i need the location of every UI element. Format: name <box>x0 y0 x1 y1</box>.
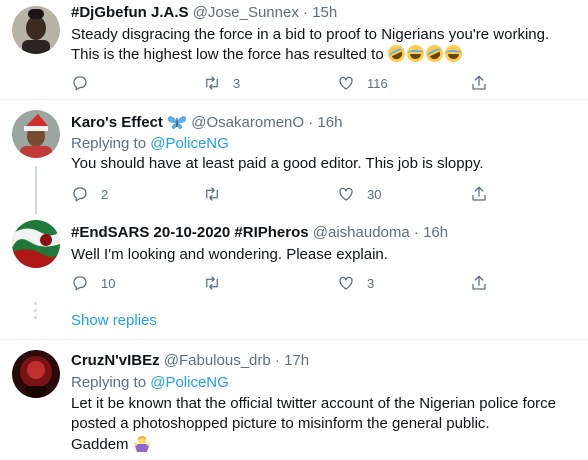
retweet-icon <box>206 187 218 201</box>
tweet-line: Well I'm looking and wondering. Please e… <box>71 246 388 263</box>
tweet-line: Gaddem <box>71 436 129 453</box>
reply-button[interactable] <box>71 73 101 93</box>
tweet-line: You should have at least paid a good edi… <box>71 155 484 172</box>
replying-to: Replying to @PoliceNG <box>71 135 229 152</box>
author-handle[interactable]: @Fabulous_drb <box>164 352 271 369</box>
timestamp[interactable]: 17h <box>284 352 309 369</box>
tweet-line: Let it be known that the official twitte… <box>71 395 556 412</box>
tweet-text: Well I'm looking and wondering. Please e… <box>71 245 581 265</box>
share-button[interactable] <box>470 273 488 293</box>
separator: · <box>274 352 280 369</box>
tweet-text: Steady disgracing the force in a bid to … <box>71 25 581 65</box>
tweet-line: This is the highest low the force has re… <box>71 46 384 63</box>
mention-link[interactable]: @PoliceNG <box>150 135 229 152</box>
tweet-header: #EndSARS 20-10-2020 #RIPheros @aishaudom… <box>71 224 448 241</box>
author-handle[interactable]: @aishaudoma <box>313 224 410 241</box>
share-icon <box>472 186 486 201</box>
tears-of-joy-emoji <box>406 45 424 62</box>
reply-count: 2 <box>101 186 109 202</box>
tweet-1[interactable]: #DjGbefun J.A.S @Jose_Sunnex · 15h Stead… <box>0 0 588 92</box>
retweet-icon <box>206 276 218 290</box>
tears-of-joy-emoji <box>444 45 462 62</box>
butterfly-emoji <box>167 116 187 129</box>
avatar-karos-effect[interactable] <box>12 110 60 158</box>
tweet-header: Karo's Effect @OsakaromenO · 16h <box>71 114 342 131</box>
tweet-4[interactable]: CruzN'vIBEz @Fabulous_drb · 17h Replying… <box>0 340 588 460</box>
tweet-line: Steady disgracing the force in a bid to … <box>71 26 550 43</box>
tweet-header: CruzN'vIBEz @Fabulous_drb · 17h <box>71 352 309 369</box>
thread-dots <box>34 302 38 323</box>
share-icon <box>472 75 486 90</box>
tweet-actions: 2 30 <box>71 184 501 204</box>
reply-icon <box>73 76 87 91</box>
share-button[interactable] <box>470 184 488 204</box>
tweet-actions: 10 3 <box>71 273 501 293</box>
retweet-button[interactable] <box>203 184 233 204</box>
author-name[interactable]: #EndSARS 20-10-2020 #RIPheros <box>71 224 309 241</box>
tweet-line: posted a photoshopped picture to misinfo… <box>71 415 490 432</box>
timestamp[interactable]: 16h <box>317 114 342 131</box>
like-count: 116 <box>367 75 388 91</box>
share-button[interactable] <box>470 73 488 93</box>
author-name[interactable]: CruzN'vIBEz <box>71 352 160 369</box>
thread-connector <box>35 166 37 214</box>
person-shrugging-emoji <box>133 436 151 452</box>
like-count: 3 <box>367 275 375 291</box>
reply-button[interactable]: 2 <box>71 184 108 204</box>
author-name[interactable]: #DjGbefun J.A.S <box>71 4 189 21</box>
avatar-djgbefun[interactable] <box>12 6 60 54</box>
share-icon <box>472 275 486 290</box>
avatar-cruznvibez[interactable] <box>12 350 60 398</box>
tweet-text: You should have at least paid a good edi… <box>71 154 581 174</box>
replying-to: Replying to @PoliceNG <box>71 374 229 391</box>
like-count: 30 <box>367 186 382 202</box>
show-replies-link[interactable]: Show replies <box>71 312 157 329</box>
retweet-button[interactable]: 3 <box>203 73 240 93</box>
tweet-3[interactable]: #EndSARS 20-10-2020 #RIPheros @aishaudom… <box>0 214 588 304</box>
tweet-text: Let it be known that the official twitte… <box>71 394 581 455</box>
tweet-2[interactable]: Karo's Effect @OsakaromenO · 16h Replyin… <box>0 100 588 212</box>
tweet-actions: 3 116 <box>71 73 501 93</box>
reply-icon <box>73 187 87 202</box>
reply-count: 10 <box>101 275 116 291</box>
like-button[interactable]: 116 <box>337 73 388 93</box>
separator: · <box>413 224 419 241</box>
author-handle[interactable]: @Jose_Sunnex <box>193 4 299 21</box>
retweet-count: 3 <box>233 75 241 91</box>
timestamp[interactable]: 16h <box>423 224 448 241</box>
author-handle[interactable]: @OsakaromenO <box>191 114 304 131</box>
retweet-icon <box>206 76 218 90</box>
avatar-endsars[interactable] <box>12 220 60 268</box>
like-button[interactable]: 3 <box>337 273 374 293</box>
reply-button[interactable]: 10 <box>71 273 115 293</box>
separator: · <box>303 4 309 21</box>
tweet-line-with-emojis: This is the highest low the force has re… <box>71 42 581 65</box>
rolling-on-floor-laughing-emoji <box>385 42 408 65</box>
retweet-button[interactable] <box>203 273 233 293</box>
tweet-header: #DjGbefun J.A.S @Jose_Sunnex · 15h <box>71 4 337 21</box>
heart-icon <box>339 76 353 90</box>
reply-icon <box>73 276 87 291</box>
heart-icon <box>339 187 353 201</box>
mention-link[interactable]: @PoliceNG <box>150 374 229 391</box>
rolling-on-floor-laughing-emoji <box>423 42 446 65</box>
replying-to-label: Replying to <box>71 374 147 391</box>
heart-icon <box>339 276 353 290</box>
replying-to-label: Replying to <box>71 135 147 152</box>
timestamp[interactable]: 15h <box>312 4 337 21</box>
like-button[interactable]: 30 <box>337 184 381 204</box>
separator: · <box>308 114 314 131</box>
author-name[interactable]: Karo's Effect <box>71 114 163 131</box>
tweet-line-with-emoji: Gaddem <box>71 434 581 455</box>
